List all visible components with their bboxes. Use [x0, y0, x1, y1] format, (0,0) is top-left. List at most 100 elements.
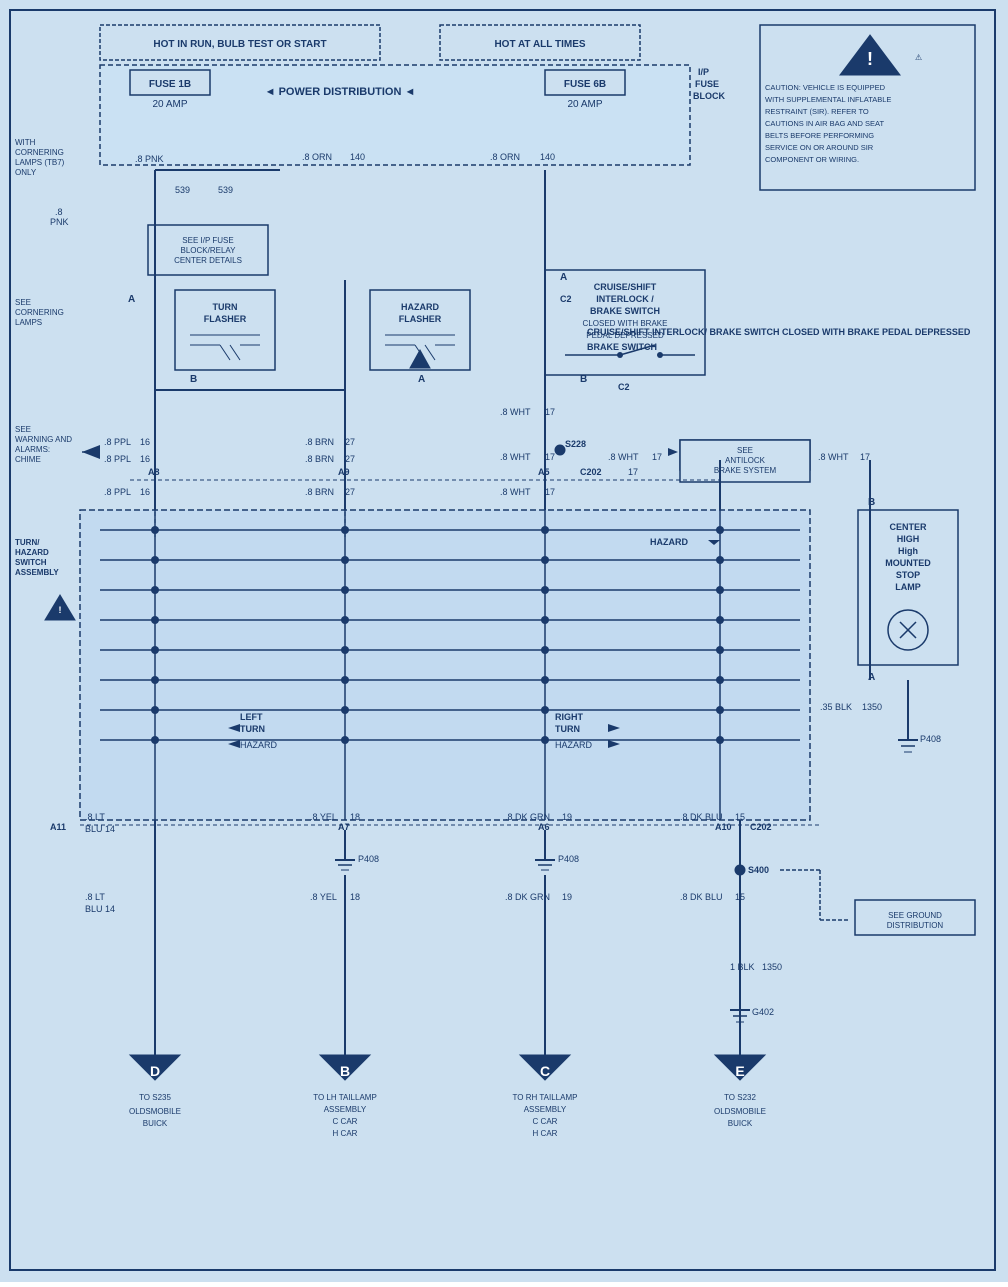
svg-text:LAMP: LAMP [895, 582, 921, 592]
svg-text:BLOCK/RELAY: BLOCK/RELAY [181, 246, 237, 255]
see-warning-label: SEE [15, 425, 31, 434]
svg-text:539: 539 [175, 185, 190, 195]
svg-text:.8 LT: .8 LT [85, 892, 105, 902]
see-ip-fuse-label: SEE I/P FUSE [182, 236, 233, 245]
wire-wht-17-top: .8 WHT [500, 407, 531, 417]
svg-text:DISTRIBUTION: DISTRIBUTION [887, 921, 944, 930]
conn-a8-label: A8 [148, 467, 160, 477]
svg-text:H CAR: H CAR [333, 1129, 358, 1138]
conn-a9-label: A9 [338, 467, 350, 477]
svg-text:.8 BRN: .8 BRN [305, 454, 334, 464]
hazard-inside-label: HAZARD [650, 537, 688, 547]
svg-text:27: 27 [345, 437, 355, 447]
svg-text:.8 WHT: .8 WHT [818, 452, 849, 462]
see-cornering-label: SEE [15, 298, 31, 307]
wire-1blk-label: 1 BLK [730, 962, 755, 972]
conn-a10-label: A10 [715, 822, 732, 832]
svg-text:1350: 1350 [862, 702, 882, 712]
svg-text:18: 18 [350, 892, 360, 902]
conn-b-btm-label: B [340, 1063, 350, 1079]
fuse-6b-label: FUSE 6B [564, 79, 606, 90]
conn-a-cruise-label: A [560, 272, 567, 283]
wire-dkblu-label: .8 DK BLU [680, 812, 723, 822]
svg-text:WARNING AND: WARNING AND [15, 435, 72, 444]
svg-text:BLU 14: BLU 14 [85, 824, 115, 834]
svg-text:17: 17 [860, 452, 870, 462]
conn-c-label: C [540, 1063, 550, 1079]
svg-text:16: 16 [140, 487, 150, 497]
conn-c202-bot-label: C202 [750, 822, 772, 832]
svg-text:BRAKE SYSTEM: BRAKE SYSTEM [714, 466, 777, 475]
wire-yel-label: .8 YEL [310, 812, 337, 822]
svg-text:BUICK: BUICK [728, 1119, 753, 1128]
svg-text:WITH SUPPLEMENTAL INFLATABLE: WITH SUPPLEMENTAL INFLATABLE [765, 95, 891, 104]
conn-d-label: D [150, 1063, 160, 1079]
svg-text:.8 BRN: .8 BRN [305, 487, 334, 497]
hot-all-label: HOT AT ALL TIMES [494, 39, 585, 50]
wire-pnk-label: .8 PNK [135, 154, 164, 164]
hazard-flasher-label: HAZARD [401, 302, 439, 312]
svg-text:.8 ORN: .8 ORN [302, 152, 332, 162]
svg-text:.8 PPL: .8 PPL [104, 454, 131, 464]
center-high-label: CENTER [889, 522, 927, 532]
conn-c202-top-label: C202 [580, 467, 602, 477]
svg-text:17: 17 [652, 452, 662, 462]
svg-text:SERVICE ON OR AROUND SIR: SERVICE ON OR AROUND SIR [765, 143, 874, 152]
to-s235-label: TO S235 [139, 1093, 171, 1102]
svg-text:.8: .8 [55, 207, 63, 217]
hot-run-label: HOT IN RUN, BULB TEST OR START [153, 39, 326, 50]
svg-text:17: 17 [545, 407, 555, 417]
svg-text:OLDSMOBILE: OLDSMOBILE [714, 1107, 766, 1116]
svg-text:17: 17 [545, 487, 555, 497]
turn-flasher-label: TURN [213, 302, 238, 312]
conn-c2-label: C2 [560, 294, 572, 304]
svg-text:ONLY: ONLY [15, 168, 37, 177]
caution-label: CAUTION: VEHICLE IS EQUIPPED [765, 83, 886, 92]
svg-text:STOP: STOP [896, 570, 920, 580]
svg-text:INTERLOCK /: INTERLOCK / [596, 294, 654, 304]
svg-text:CORNERING: CORNERING [15, 148, 64, 157]
svg-text:.8 DK GRN: .8 DK GRN [505, 892, 550, 902]
conn-a5-label: A5 [538, 467, 550, 477]
conn-a-label: A [128, 294, 135, 305]
diagram-area: HOT IN RUN, BULB TEST OR START HOT AT AL… [0, 0, 1008, 1282]
svg-text:OLDSMOBILE: OLDSMOBILE [129, 1107, 181, 1116]
svg-text:CAUTIONS IN AIR BAG AND SEAT: CAUTIONS IN AIR BAG AND SEAT [765, 119, 884, 128]
main-container: HOT IN RUN, BULB TEST OR START HOT AT AL… [0, 0, 1008, 1282]
svg-text:!: ! [59, 605, 62, 615]
svg-text:BLU 14: BLU 14 [85, 904, 115, 914]
svg-text:COMPONENT OR WIRING.: COMPONENT OR WIRING. [765, 155, 859, 164]
svg-text:140: 140 [350, 152, 365, 162]
conn-b-top-label: B [190, 374, 197, 385]
svg-text:ANTILOCK: ANTILOCK [725, 456, 766, 465]
p408-a6-label: P408 [558, 854, 579, 864]
svg-text:!: ! [867, 49, 873, 69]
wire-ltblu-label: .8 LT [85, 812, 105, 822]
right-turn-label: RIGHT [555, 712, 584, 722]
cruise-shift-label: CRUISE/SHIFT [594, 282, 657, 292]
svg-text:High: High [898, 546, 918, 556]
conn-a11-label: A11 [50, 822, 66, 832]
svg-text:⚠: ⚠ [915, 53, 922, 62]
svg-text:.8 YEL: .8 YEL [310, 892, 337, 902]
to-rh-label: TO RH TAILLAMP [513, 1093, 578, 1102]
to-lh-label: TO LH TAILLAMP [313, 1093, 377, 1102]
wiring-diagram-svg: HOT IN RUN, BULB TEST OR START HOT AT AL… [0, 0, 1008, 1282]
turn-hazard-label: TURN/ [15, 538, 40, 547]
svg-text:1350: 1350 [762, 962, 782, 972]
svg-text:C2: C2 [618, 382, 630, 392]
svg-text:ASSEMBLY: ASSEMBLY [324, 1105, 367, 1114]
svg-text:.8 ORN: .8 ORN [490, 152, 520, 162]
svg-text:ASSEMBLY: ASSEMBLY [524, 1105, 567, 1114]
to-s232-label: TO S232 [724, 1093, 756, 1102]
svg-text:HAZARD: HAZARD [240, 740, 278, 750]
svg-text:HAZARD: HAZARD [555, 740, 593, 750]
svg-text:16: 16 [140, 454, 150, 464]
conn-a-hazard-label: A [418, 374, 425, 385]
svg-text:FLASHER: FLASHER [399, 314, 442, 324]
svg-text:LAMPS: LAMPS [15, 318, 42, 327]
svg-text:.8 WHT: .8 WHT [608, 452, 639, 462]
svg-text:18: 18 [350, 812, 360, 822]
wire-ppl-label: .8 PPL [104, 437, 131, 447]
amp-20-2-label: 20 AMP [567, 99, 602, 110]
